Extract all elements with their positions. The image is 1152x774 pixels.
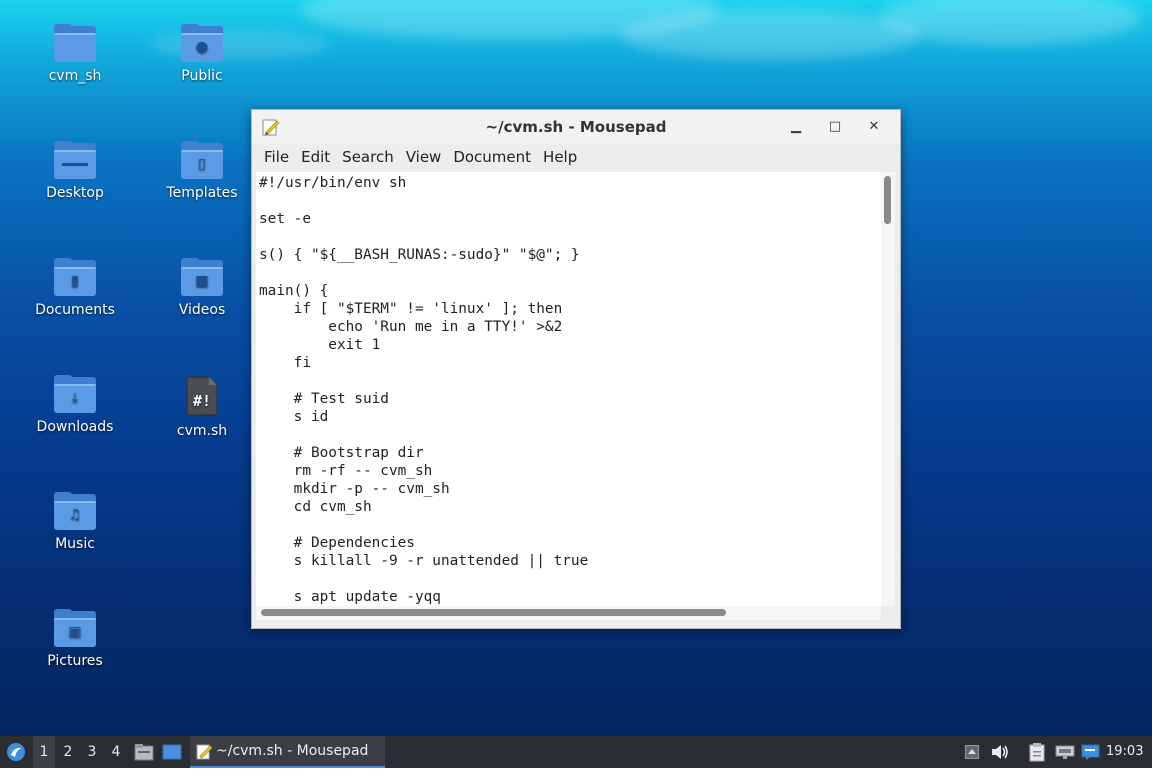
svg-text:#!: #! [193, 392, 211, 410]
clock[interactable]: 19:03 [1106, 736, 1150, 768]
tray-up-arrow-icon[interactable] [962, 736, 982, 768]
desktop-icon-label: Desktop [46, 185, 104, 201]
desktop-icon-label: cvm.sh [176, 423, 228, 439]
shell-script-icon: #! [186, 376, 218, 416]
workspace-4[interactable]: 4 [105, 736, 127, 768]
menu-file[interactable]: File [258, 144, 295, 170]
folder-music-icon: ♫ [54, 492, 96, 530]
horizontal-scrollbar[interactable] [256, 606, 881, 620]
text-editor-area[interactable]: #!/usr/bin/env sh set -e s() { "${__BASH… [256, 172, 881, 606]
taskbar-window-label: ~/cvm.sh - Mousepad [216, 743, 369, 759]
desktop-icon-cvm-sh-file[interactable]: #! cvm.sh [147, 375, 257, 439]
menu-view[interactable]: View [400, 144, 448, 170]
workspace-1[interactable]: 1 [33, 736, 55, 768]
menu-bar: File Edit Search View Document Help [252, 144, 900, 172]
folder-icon [54, 24, 96, 62]
desktop-icon-label: Documents [35, 302, 115, 318]
workspace-2[interactable]: 2 [57, 736, 79, 768]
mousepad-window[interactable]: ~/cvm.sh - Mousepad ▁ □ ✕ File Edit Search… [251, 109, 901, 629]
desktop-icon-label: cvm_sh [48, 68, 102, 84]
folder-videos-icon: ■ [181, 258, 223, 296]
desktop-icon-documents[interactable]: ▮ Documents [20, 258, 130, 318]
editor-text: #!/usr/bin/env sh set -e s() { "${__BASH… [259, 175, 589, 605]
folder-pictures-icon: ▣ [54, 609, 96, 647]
desktop-icon-label: Videos [178, 302, 226, 318]
vertical-scrollbar[interactable] [881, 172, 895, 606]
folder-public-icon: ● [181, 24, 223, 62]
folder-templates-icon: ▯ [181, 141, 223, 179]
desktop-icon-music[interactable]: ♫ Music [20, 492, 130, 552]
volume-icon[interactable] [989, 736, 1011, 768]
network-icon[interactable] [1054, 736, 1076, 768]
close-icon[interactable]: ✕ [863, 117, 885, 137]
start-menu-button[interactable] [0, 736, 32, 768]
desktop-icon-cvm-sh-folder[interactable]: cvm_sh [20, 24, 130, 84]
maximize-icon[interactable]: □ [824, 117, 846, 137]
desktop-icon-public[interactable]: ● Public [147, 24, 257, 84]
menu-document[interactable]: Document [447, 144, 537, 170]
desktop-icon-downloads[interactable]: ⤓ Downloads [20, 375, 130, 435]
clipboard-icon[interactable] [1026, 736, 1048, 768]
desktop-icon-label: Templates [166, 185, 238, 201]
desktop-icon-desktop[interactable]: Desktop [20, 141, 130, 201]
folder-documents-icon: ▮ [54, 258, 96, 296]
desktop-icon-videos[interactable]: ■ Videos [147, 258, 257, 318]
show-desktop-button[interactable] [161, 736, 183, 768]
chat-icon[interactable] [1080, 736, 1102, 768]
folder-desktop-icon [54, 141, 96, 179]
desktop-icon-pictures[interactable]: ▣ Pictures [20, 609, 130, 669]
desktop-icon-label: Public [181, 68, 223, 84]
desktop-icon-label: Music [55, 536, 95, 552]
folder-downloads-icon: ⤓ [54, 375, 96, 413]
desktop-icon-label: Downloads [36, 419, 114, 435]
desktop-icon-label: Pictures [47, 653, 103, 669]
taskbar-window-button[interactable]: ~/cvm.sh - Mousepad [190, 736, 385, 768]
show-desktop-icon [162, 744, 182, 760]
horizontal-scrollbar-thumb[interactable] [261, 609, 726, 616]
taskbar: 1 2 3 4 ~/cvm.sh - Mousepad 19:03 [0, 736, 1152, 768]
distro-logo-icon [7, 743, 25, 761]
mousepad-task-icon [196, 744, 213, 760]
minimize-icon[interactable]: ▁ [785, 117, 807, 137]
menu-edit[interactable]: Edit [295, 144, 336, 170]
vertical-scrollbar-thumb[interactable] [884, 176, 891, 224]
menu-search[interactable]: Search [336, 144, 400, 170]
desktop-icon-templates[interactable]: ▯ Templates [147, 141, 257, 201]
window-titlebar[interactable]: ~/cvm.sh - Mousepad ▁ □ ✕ [252, 110, 900, 144]
workspace-3[interactable]: 3 [81, 736, 103, 768]
menu-help[interactable]: Help [537, 144, 583, 170]
file-manager-icon [134, 744, 154, 761]
file-manager-launcher[interactable] [133, 736, 155, 768]
